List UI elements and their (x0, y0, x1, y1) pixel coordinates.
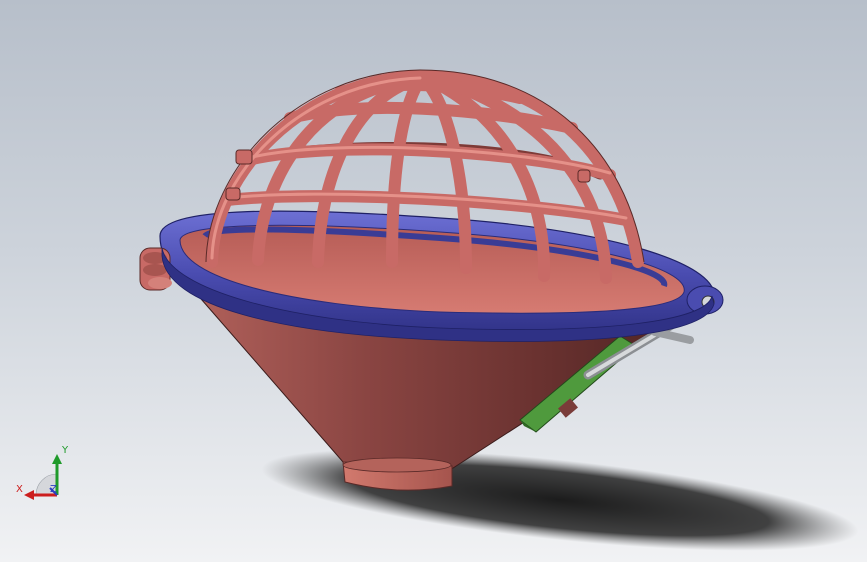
triad-y-label: Y (61, 445, 69, 456)
triad-y-arrow (52, 454, 62, 464)
triad-x-label: X (16, 484, 23, 495)
triad-x-arrow (24, 490, 34, 500)
funnel-stem-top (342, 457, 452, 473)
triad-z-label: Z (50, 484, 57, 495)
model-scene[interactable] (0, 0, 867, 562)
orientation-triad[interactable]: Y X Z (10, 440, 80, 510)
graphics-viewport[interactable]: Y X Z (0, 0, 867, 562)
